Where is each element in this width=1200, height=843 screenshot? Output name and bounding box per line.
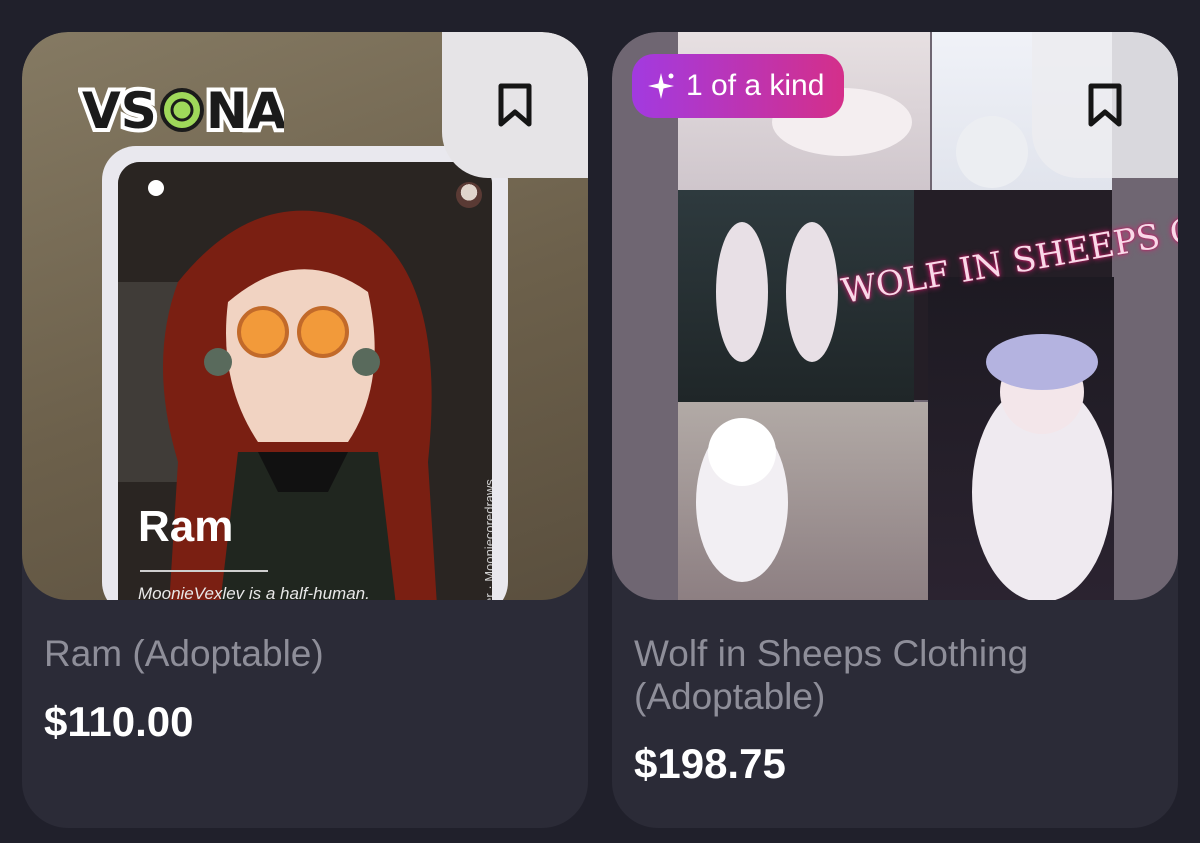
one-of-a-kind-badge: 1 of a kind bbox=[632, 54, 845, 118]
listing-image[interactable]: VS NA Creator · Rayn00r bbox=[22, 32, 588, 600]
bookmark-icon bbox=[498, 83, 532, 127]
credits-vertical: Creator · Rayn00r | Owner · Mooniecoredr… bbox=[452, 212, 492, 600]
listing-price: $198.75 bbox=[634, 740, 786, 787]
profile-card: Creator · Rayn00r | Owner · Mooniecoredr… bbox=[118, 162, 492, 600]
bookmark-icon bbox=[1088, 83, 1122, 127]
name-underline bbox=[140, 570, 268, 572]
listing-price: $110.00 bbox=[44, 698, 194, 745]
creator-avatar bbox=[456, 182, 482, 208]
vsona-logo: VS NA bbox=[78, 78, 284, 142]
listing-image[interactable]: WOLF IN SHEEPS CLOTHING 1 of a kind bbox=[612, 32, 1178, 600]
character-bio: MoonieVexlev is a half-human. bbox=[138, 584, 370, 600]
indicator-dot bbox=[148, 180, 164, 196]
character-name: Ram bbox=[138, 502, 234, 551]
credits-text: Creator · Rayn00r | Owner · Mooniecoredr… bbox=[482, 479, 492, 600]
bookmark-button[interactable] bbox=[442, 32, 588, 178]
sparkle-icon bbox=[648, 73, 674, 99]
badge-label: 1 of a kind bbox=[686, 69, 825, 102]
svg-text:NA: NA bbox=[206, 82, 284, 140]
svg-text:VS: VS bbox=[82, 82, 157, 140]
bookmark-button[interactable] bbox=[1032, 32, 1178, 178]
listing-card-ram[interactable]: VS NA Creator · Rayn00r bbox=[22, 32, 588, 828]
listing-card-wolf[interactable]: WOLF IN SHEEPS CLOTHING 1 of a kind Wolf… bbox=[612, 32, 1178, 828]
listing-title[interactable]: Ram (Adoptable) bbox=[44, 632, 324, 675]
listing-title[interactable]: Wolf in Sheeps Clothing (Adoptable) bbox=[634, 632, 1104, 718]
